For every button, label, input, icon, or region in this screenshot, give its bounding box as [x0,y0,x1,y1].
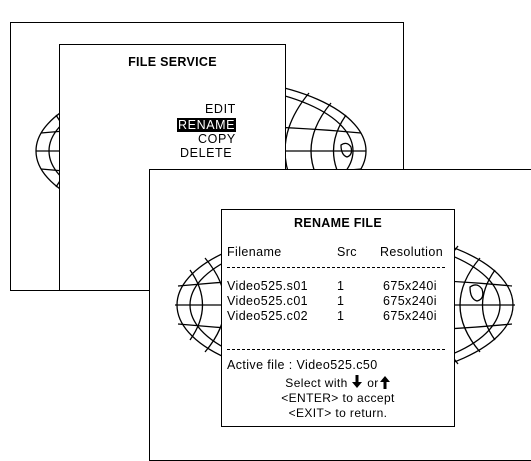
instruction-enter: <ENTER> to accept [281,391,395,405]
row-1-resolution[interactable]: 675x240i [383,279,437,294]
arrow-down-icon [352,375,363,388]
active-file-label: Active file : [227,358,297,372]
active-file-value: Video525.c50 [296,358,378,372]
menu-item-rename[interactable]: RENAME [177,118,237,132]
column-header-resolution: Resolution [380,245,444,259]
row-1-filename[interactable]: Video525.s01 [227,279,308,294]
column-header-src: Src [337,245,357,259]
arrow-up-icon [379,376,390,389]
rename-file-screen: RENAME FILE Filename Src Resolution Vide… [149,169,531,461]
active-file: Active file : Video525.c50 [227,358,378,373]
menu-item-copy[interactable]: COPY [198,132,236,146]
instruction-exit: <EXIT> to return. [288,406,388,420]
row-2-resolution[interactable]: 675x240i [383,294,437,309]
menu-item-delete[interactable]: DELETE [180,146,232,160]
row-1-src[interactable]: 1 [337,279,344,294]
instruction-select-prefix: Select with [285,376,348,390]
row-3-src[interactable]: 1 [337,309,344,324]
row-2-src[interactable]: 1 [337,294,344,309]
rename-file-dialog: RENAME FILE Filename Src Resolution Vide… [221,209,455,427]
divider-top [227,267,445,268]
divider-bottom [227,349,445,350]
row-2-filename[interactable]: Video525.c01 [227,294,308,309]
instruction-or: or [367,376,379,390]
instruction-select: Select with or [222,375,454,391]
menu-title: FILE SERVICE [128,55,217,69]
row-3-resolution[interactable]: 675x240i [383,309,437,324]
dialog-title: RENAME FILE [293,216,383,230]
menu-item-edit[interactable]: EDIT [205,102,236,116]
column-header-filename: Filename [227,245,282,259]
row-3-filename[interactable]: Video525.c02 [227,309,308,324]
